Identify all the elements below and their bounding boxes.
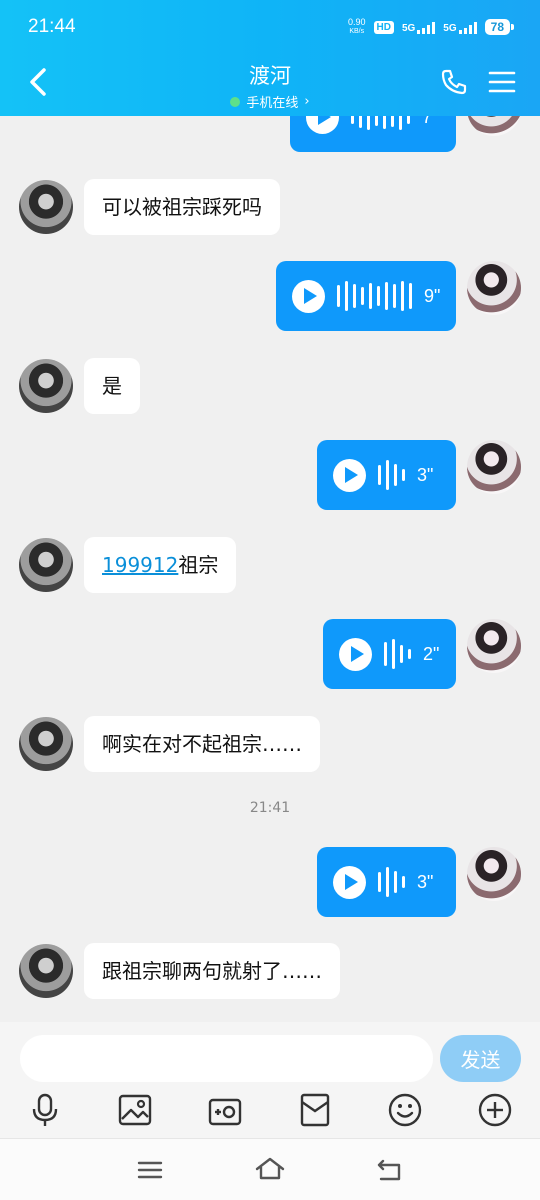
contact-avatar[interactable]: [19, 717, 73, 771]
voice-duration: 3": [417, 871, 434, 892]
status-bar: 21:44 0.90 KB/s HD 5G 5G 78: [0, 14, 540, 44]
waveform-icon: [378, 867, 405, 897]
voice-duration: 7": [422, 116, 439, 127]
phone-icon[interactable]: [440, 68, 468, 96]
chat-area[interactable]: 7" 可以被祖宗踩死吗 9" 是 3" 199912祖宗 2" 啊实在对不起祖宗…: [0, 116, 540, 1022]
contact-avatar[interactable]: [19, 538, 73, 592]
contact-avatar[interactable]: [19, 180, 73, 234]
waveform-icon: [337, 281, 412, 311]
play-icon[interactable]: [339, 637, 372, 671]
play-icon[interactable]: [333, 458, 366, 492]
my-avatar[interactable]: [467, 261, 521, 315]
app-header: 21:44 0.90 KB/s HD 5G 5G 78 渡河 手机在线 ›: [0, 0, 540, 116]
input-bar: 发送: [0, 1022, 540, 1138]
text-message[interactable]: 啊实在对不起祖宗……: [84, 716, 320, 772]
online-dot-icon: [230, 96, 241, 107]
my-avatar[interactable]: [467, 619, 521, 673]
red-packet-icon[interactable]: [297, 1092, 333, 1128]
status-time: 21:44: [28, 16, 76, 37]
my-avatar[interactable]: [467, 116, 521, 136]
contact-avatar[interactable]: [19, 944, 73, 998]
home-icon[interactable]: [253, 1153, 287, 1187]
phone-number-link[interactable]: 199912: [102, 553, 178, 577]
menu-icon[interactable]: [488, 68, 516, 96]
system-nav-bar: [0, 1138, 540, 1200]
chevron-right-icon: ›: [304, 94, 310, 109]
text-message[interactable]: 可以被祖宗踩死吗: [84, 179, 280, 235]
hd-badge: HD: [373, 20, 394, 34]
voice-message[interactable]: 7": [290, 116, 456, 152]
voice-message[interactable]: 2": [323, 619, 456, 689]
signal-icon: [458, 20, 477, 34]
send-button[interactable]: 发送: [440, 1035, 521, 1082]
play-icon[interactable]: [333, 865, 366, 899]
voice-message[interactable]: 9": [276, 261, 456, 331]
online-status-text: 手机在线: [246, 96, 299, 111]
contact-avatar[interactable]: [19, 359, 73, 413]
signal-icon: [417, 20, 436, 34]
emoji-icon[interactable]: [387, 1092, 423, 1128]
play-icon[interactable]: [292, 279, 325, 313]
image-icon[interactable]: [117, 1092, 153, 1128]
waveform-icon: [378, 460, 405, 490]
voice-duration: 9": [424, 285, 441, 306]
sim1-signal: 5G: [402, 20, 436, 34]
voice-message[interactable]: 3": [317, 440, 456, 510]
camera-icon[interactable]: [207, 1092, 243, 1128]
microphone-icon[interactable]: [27, 1092, 63, 1128]
waveform-icon: [384, 639, 411, 669]
text-message[interactable]: 是: [84, 358, 140, 414]
back-icon[interactable]: [24, 62, 54, 102]
sim2-signal: 5G: [443, 20, 477, 34]
plus-icon[interactable]: [477, 1092, 513, 1128]
menu-icon[interactable]: [133, 1153, 167, 1187]
voice-message[interactable]: 3": [317, 847, 456, 917]
net-speed: 0.90 KB/s: [347, 17, 366, 36]
message-input[interactable]: [20, 1035, 433, 1082]
text-message[interactable]: 199912祖宗: [84, 537, 237, 593]
my-avatar[interactable]: [467, 440, 521, 494]
my-avatar[interactable]: [467, 847, 521, 901]
battery-icon: 78: [484, 19, 515, 35]
text-message[interactable]: 跟祖宗聊两句就射了……: [84, 943, 340, 999]
online-status[interactable]: 手机在线 ›: [170, 92, 370, 111]
back-icon[interactable]: [373, 1153, 407, 1187]
play-icon[interactable]: [306, 116, 339, 134]
contact-name: 渡河: [249, 64, 291, 88]
status-icons: 0.90 KB/s HD 5G 5G 78: [347, 17, 515, 36]
chat-title-area[interactable]: 渡河 手机在线 ›: [170, 60, 370, 111]
voice-duration: 2": [423, 643, 440, 664]
waveform-icon: [351, 116, 410, 130]
message-timestamp: 21:41: [249, 800, 291, 816]
voice-duration: 3": [417, 464, 434, 485]
